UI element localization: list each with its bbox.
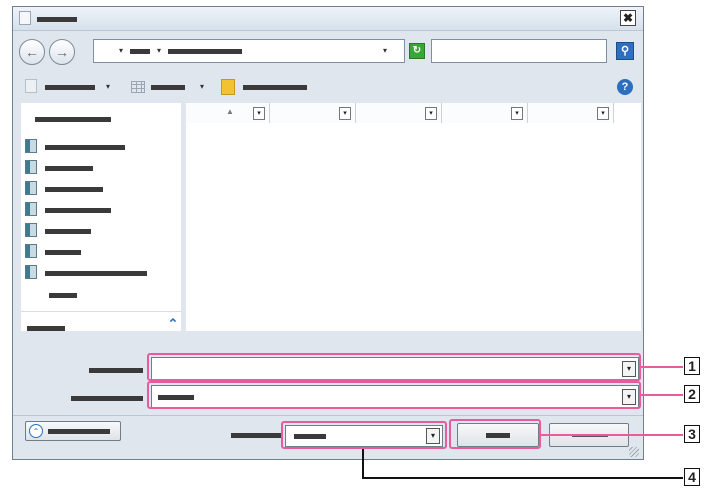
file-name-label [89, 368, 143, 373]
nav-item[interactable] [45, 187, 103, 192]
library-icon [25, 223, 37, 237]
callout-number-3: 3 [684, 425, 700, 443]
leader-line-4-horizontal [362, 477, 683, 479]
library-icon [25, 139, 37, 153]
nav-item[interactable] [49, 293, 77, 298]
column-dropdown-icon[interactable]: ▾ [253, 107, 265, 120]
column-dropdown-icon[interactable]: ▾ [425, 107, 437, 120]
nav-item[interactable] [45, 145, 125, 150]
nav-item[interactable] [45, 166, 93, 171]
search-input[interactable] [431, 39, 607, 63]
column-dropdown-icon[interactable]: ▾ [597, 107, 609, 120]
callout-number-2: 2 [684, 385, 700, 403]
nav-item[interactable] [45, 229, 91, 234]
column-header-size[interactable]: ▾ [442, 103, 528, 123]
column-header-type[interactable]: ▾ [356, 103, 442, 123]
column-dropdown-icon[interactable]: ▾ [511, 107, 523, 120]
new-folder-button[interactable] [243, 85, 307, 90]
address-bar[interactable]: ▾ ▾ ▾ [93, 39, 405, 63]
library-icon [25, 160, 37, 174]
back-icon[interactable]: ← [19, 39, 45, 65]
column-dropdown-icon[interactable]: ▾ [339, 107, 351, 120]
view-button[interactable] [151, 85, 185, 90]
nav-divider [21, 311, 181, 312]
library-icon [25, 265, 37, 279]
callout-box-2 [147, 381, 641, 409]
hide-folders-label[interactable] [27, 326, 65, 331]
address-history-icon[interactable]: ▾ [380, 46, 390, 56]
organize-dropdown-icon[interactable]: ▾ [103, 82, 113, 92]
column-header-tags[interactable]: ▾ [528, 103, 614, 123]
refresh-icon[interactable]: ↻ [409, 43, 425, 59]
help-icon[interactable]: ? [617, 79, 633, 95]
callout-number-1: 1 [684, 357, 700, 375]
leader-line-1 [641, 366, 683, 368]
leader-line-4-vertical [362, 449, 364, 479]
expand-icon[interactable]: ⌃ [29, 424, 43, 438]
window-icon [19, 11, 31, 25]
footer-divider [13, 415, 643, 416]
callout-number-4: 4 [684, 468, 700, 486]
toolbar: ▾ ▾ ? [13, 73, 643, 101]
leader-line-3 [541, 434, 683, 436]
view-icon[interactable] [131, 81, 145, 93]
save-as-type-label [71, 396, 143, 401]
title-bar: ✖ [13, 7, 643, 31]
nav-header [35, 117, 111, 122]
search-icon[interactable]: ⚲ [616, 42, 634, 60]
nav-item[interactable] [45, 271, 147, 276]
organize-button[interactable] [45, 85, 95, 90]
forward-icon[interactable]: → [49, 39, 75, 65]
browse-folders-label [48, 429, 110, 434]
window-title [37, 17, 77, 22]
view-dropdown-icon[interactable]: ▾ [197, 82, 207, 92]
callout-box-4 [281, 421, 447, 449]
column-header-date[interactable]: ▾ [270, 103, 356, 123]
address-segment-1[interactable] [130, 49, 150, 54]
collapse-icon[interactable]: ⌃ [167, 317, 179, 331]
new-folder-icon[interactable] [221, 79, 235, 95]
address-segment-2[interactable] [168, 49, 242, 54]
library-icon [25, 202, 37, 216]
organize-icon[interactable] [25, 79, 37, 93]
address-chevron-icon[interactable]: ▾ [116, 46, 126, 56]
close-icon[interactable]: ✖ [620, 10, 636, 26]
nav-item[interactable] [45, 250, 81, 255]
encoding-label [231, 433, 281, 438]
callout-box-1 [147, 353, 641, 381]
sort-icon: ▲ [226, 107, 234, 116]
nav-item[interactable] [45, 208, 111, 213]
leader-line-2 [641, 394, 683, 396]
library-icon [25, 181, 37, 195]
resize-grip[interactable] [629, 447, 639, 457]
navigation-pane: ⌃ [21, 103, 181, 331]
address-chevron-icon[interactable]: ▾ [154, 46, 164, 56]
column-header-name[interactable]: ▲ ▾ [186, 103, 270, 123]
browse-folders-button[interactable]: ⌃ [25, 421, 121, 441]
library-icon [25, 244, 37, 258]
file-list-pane: ▲ ▾ ▾ ▾ ▾ ▾ [185, 103, 641, 331]
callout-box-3 [449, 419, 541, 449]
